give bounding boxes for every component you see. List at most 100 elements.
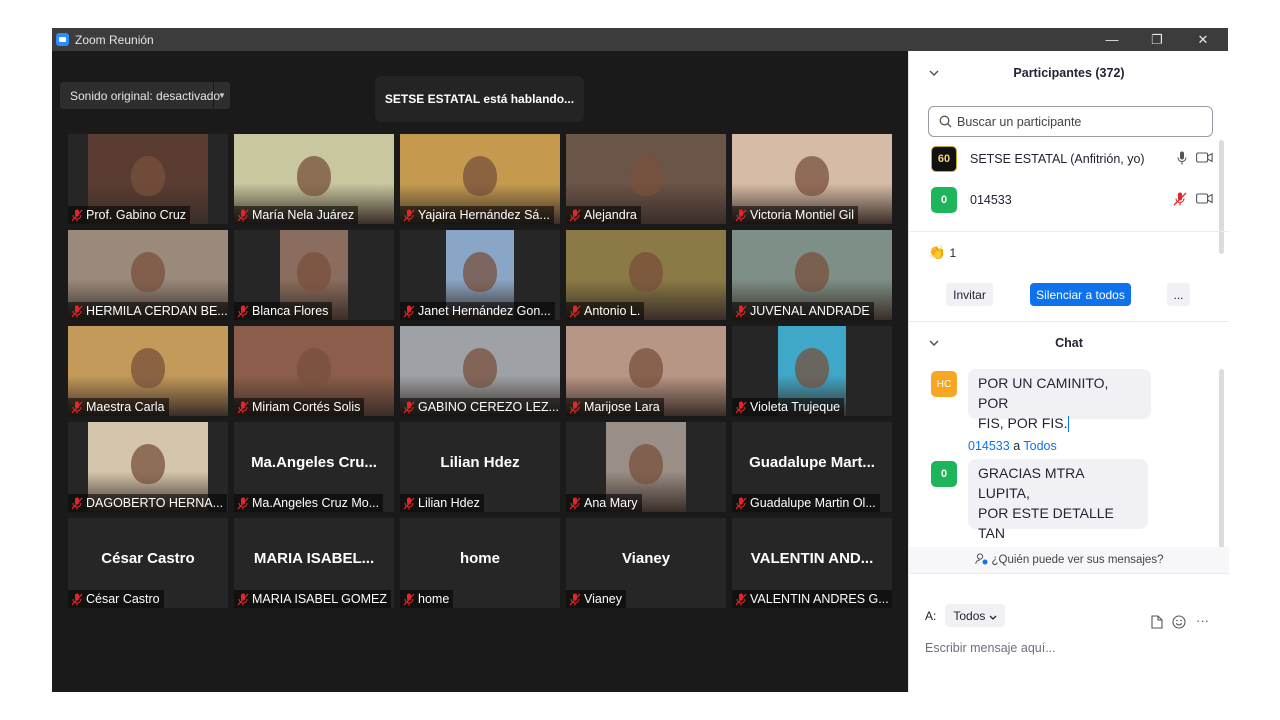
muted-microphone-icon[interactable] bbox=[1173, 192, 1187, 209]
person-lock-icon bbox=[974, 552, 988, 568]
recipient-value: Todos bbox=[953, 608, 986, 623]
raised-hand-reaction[interactable]: 👏 1 bbox=[928, 244, 956, 261]
chat-sender[interactable]: 014533 bbox=[968, 439, 1010, 453]
participant-silhouette bbox=[629, 156, 663, 196]
participant-name-text: Ma.Angeles Cruz Mo... bbox=[252, 496, 380, 510]
close-button[interactable]: ✕ bbox=[1180, 28, 1226, 51]
muted-microphone-icon bbox=[732, 590, 750, 608]
invite-button[interactable]: Invitar bbox=[946, 283, 993, 306]
clapping-hands-icon: 👏 bbox=[928, 244, 946, 260]
video-tile[interactable]: Violeta Trujeque bbox=[732, 326, 892, 416]
microphone-icon[interactable] bbox=[1177, 151, 1187, 168]
participant-name-text: María Nela Juárez bbox=[252, 208, 355, 222]
original-sound-label: Sonido original: desactivado bbox=[70, 88, 221, 103]
participant-row[interactable]: 60 SETSE ESTATAL (Anfitrión, yo) bbox=[931, 142, 1221, 176]
emoji-icon[interactable] bbox=[1172, 615, 1186, 634]
video-tile[interactable]: Vianey Vianey bbox=[566, 518, 726, 608]
restore-button[interactable]: ❐ bbox=[1134, 28, 1180, 51]
video-tile[interactable]: María Nela Juárez bbox=[234, 134, 394, 224]
video-tile[interactable]: Blanca Flores bbox=[234, 230, 394, 320]
participant-name-label: Yajaira Hernández Sá... bbox=[400, 206, 554, 224]
recipient-dropdown[interactable]: Todos bbox=[945, 604, 1006, 627]
participant-name-text: Guadalupe Martin Ol... bbox=[750, 496, 876, 510]
video-tile[interactable]: Victoria Montiel Gil bbox=[732, 134, 892, 224]
chat-scrollbar[interactable] bbox=[1219, 369, 1224, 567]
video-tile[interactable]: Antonio L. bbox=[566, 230, 726, 320]
participant-name-text: DAGOBERTO HERNA... bbox=[86, 496, 224, 510]
participant-name-text: Blanca Flores bbox=[252, 304, 329, 318]
participant-silhouette bbox=[463, 252, 497, 292]
video-tile[interactable]: Janet Hernández Gon... bbox=[400, 230, 560, 320]
video-tile[interactable]: Marijose Lara bbox=[566, 326, 726, 416]
video-tile[interactable]: GABINO CEREZO LEZ... bbox=[400, 326, 560, 416]
chat-more-icon[interactable]: ··· bbox=[1196, 613, 1209, 628]
video-tile[interactable]: Miriam Cortés Solis bbox=[234, 326, 394, 416]
video-tile[interactable]: home home bbox=[400, 518, 560, 608]
participant-name-label: Violeta Trujeque bbox=[732, 398, 845, 416]
more-options-button[interactable]: ... bbox=[1167, 283, 1190, 306]
chat-message-input[interactable]: Escribir mensaje aquí... bbox=[925, 641, 1215, 655]
participant-name-text: GABINO CEREZO LEZ... bbox=[418, 400, 559, 414]
muted-microphone-icon bbox=[732, 398, 750, 416]
chat-message-line: GRACIAS MTRA LUPITA, bbox=[978, 465, 1084, 501]
participant-row[interactable]: 0 014533 bbox=[931, 183, 1221, 217]
original-sound-button[interactable]: Sonido original: desactivado ▼ bbox=[60, 82, 230, 109]
participant-name-label: Antonio L. bbox=[566, 302, 645, 320]
muted-microphone-icon bbox=[234, 302, 252, 320]
video-tile[interactable]: JUVENAL ANDRADE bbox=[732, 230, 892, 320]
participant-name-label: HERMILA CERDAN BE... bbox=[68, 302, 228, 320]
participant-name-label: Marijose Lara bbox=[566, 398, 664, 416]
video-tile[interactable]: Guadalupe Mart... Guadalupe Martin Ol... bbox=[732, 422, 892, 512]
video-tile[interactable]: Ana Mary bbox=[566, 422, 726, 512]
video-tile[interactable]: DAGOBERTO HERNA... bbox=[68, 422, 228, 512]
participant-name-text: HERMILA CERDAN BE... bbox=[86, 304, 228, 318]
participant-name-label: Maestra Carla bbox=[68, 398, 169, 416]
video-tile[interactable]: HERMILA CERDAN BE... bbox=[68, 230, 228, 320]
video-tile[interactable]: Ma.Angeles Cru... Ma.Angeles Cruz Mo... bbox=[234, 422, 394, 512]
video-tile[interactable]: Lilian Hdez Lilian Hdez bbox=[400, 422, 560, 512]
video-tile[interactable]: Yajaira Hernández Sá... bbox=[400, 134, 560, 224]
participant-name-text: Victoria Montiel Gil bbox=[750, 208, 854, 222]
divider bbox=[909, 321, 1229, 322]
video-tile[interactable]: MARIA ISABEL... MARIA ISABEL GOMEZ bbox=[234, 518, 394, 608]
video-tile[interactable]: VALENTIN AND... VALENTIN ANDRES G... bbox=[732, 518, 892, 608]
chat-message-header: 014533 a Todos bbox=[968, 439, 1057, 453]
participant-search-input[interactable]: Buscar un participante bbox=[928, 106, 1213, 137]
video-tile[interactable]: Alejandra bbox=[566, 134, 726, 224]
minimize-button[interactable]: — bbox=[1089, 28, 1135, 51]
participant-name-label: Blanca Flores bbox=[234, 302, 333, 320]
participant-name-label: home bbox=[400, 590, 454, 608]
original-sound-dropdown[interactable]: ▼ bbox=[213, 82, 230, 109]
video-camera-icon[interactable] bbox=[1196, 152, 1213, 166]
participant-display-name: Guadalupe Mart... bbox=[749, 454, 875, 471]
video-camera-icon[interactable] bbox=[1196, 193, 1213, 207]
text-cursor bbox=[1068, 416, 1070, 433]
participant-display-name: VALENTIN AND... bbox=[750, 550, 874, 567]
file-icon[interactable] bbox=[1151, 615, 1163, 634]
muted-microphone-icon bbox=[400, 206, 418, 224]
mute-all-button[interactable]: Silenciar a todos bbox=[1030, 283, 1131, 306]
participant-silhouette bbox=[629, 348, 663, 388]
chevron-down-icon bbox=[989, 609, 997, 623]
who-can-see-messages[interactable]: ¿Quién puede ver sus mensajes? bbox=[909, 547, 1229, 573]
chat-message: POR UN CAMINITO, POR FIS, POR FIS. bbox=[968, 369, 1151, 433]
participant-avatar: 60 bbox=[931, 146, 957, 172]
muted-microphone-icon bbox=[566, 494, 584, 512]
participants-scrollbar[interactable] bbox=[1219, 140, 1224, 254]
video-tile[interactable]: César Castro César Castro bbox=[68, 518, 228, 608]
participants-title: Participantes (372) bbox=[1013, 66, 1125, 80]
muted-microphone-icon bbox=[234, 494, 252, 512]
muted-microphone-icon bbox=[68, 398, 86, 416]
participant-name-text: Marijose Lara bbox=[584, 400, 660, 414]
participant-display-name: Vianey bbox=[621, 550, 671, 567]
divider bbox=[909, 573, 1229, 574]
participant-silhouette bbox=[131, 444, 165, 484]
participant-name-label: Ana Mary bbox=[566, 494, 642, 512]
muted-microphone-icon bbox=[234, 398, 252, 416]
chat-recipient[interactable]: Todos bbox=[1023, 439, 1056, 453]
chat-message-text: FIS, POR FIS. bbox=[978, 415, 1068, 431]
video-tile[interactable]: Prof. Gabino Cruz bbox=[68, 134, 228, 224]
participant-name-label: Victoria Montiel Gil bbox=[732, 206, 858, 224]
video-tile[interactable]: Maestra Carla bbox=[68, 326, 228, 416]
title-bar: Zoom Reunión — ❐ ✕ bbox=[52, 28, 1228, 51]
